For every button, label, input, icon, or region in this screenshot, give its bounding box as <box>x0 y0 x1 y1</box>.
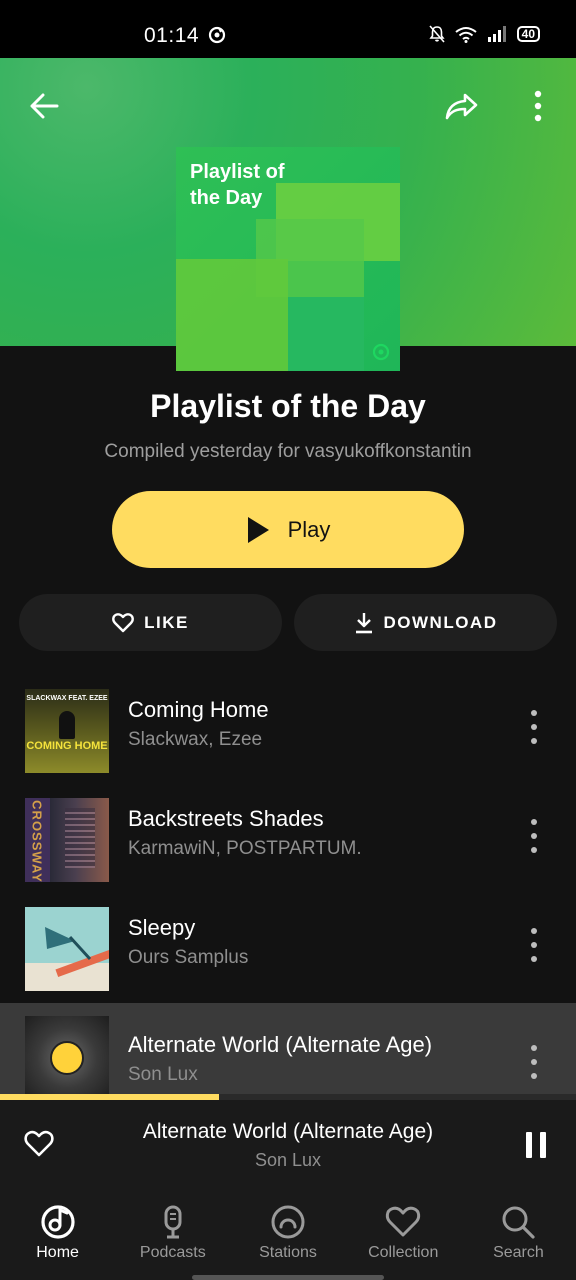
music-sync-icon <box>208 26 226 44</box>
like-button[interactable]: LIKE <box>19 594 282 651</box>
share-button[interactable] <box>442 86 482 126</box>
nav-stations[interactable]: Stations <box>230 1188 345 1280</box>
signal-icon <box>487 26 506 42</box>
track-cover-alternate-world <box>25 1016 109 1100</box>
radio-icon <box>271 1205 305 1239</box>
mute-bell-icon <box>429 25 445 43</box>
now-playing-artist: Son Lux <box>254 1150 322 1170</box>
share-icon <box>445 93 478 120</box>
track-title: Alternate World (Alternate Age) <box>128 1032 433 1057</box>
cover-caption: CROSSWAY <box>29 800 45 882</box>
track-more-button[interactable] <box>522 707 546 747</box>
mini-player[interactable]: Alternate World (Alternate Age) Son Lux <box>0 1100 576 1188</box>
now-playing-title: Alternate World (Alternate Age) <box>142 1120 434 1143</box>
track-artist: Ours Samplus <box>128 947 249 968</box>
nav-home[interactable]: Home <box>0 1188 115 1280</box>
track-cover-coming-home: SLACKWAX FEAT. EZEE COMING HOME <box>25 689 109 773</box>
track-more-button[interactable] <box>522 925 546 965</box>
music-note-icon <box>40 1205 75 1239</box>
nav-label: Podcasts <box>139 1244 206 1261</box>
page-subtitle: Compiled yesterday for vasyukoffkonstant… <box>104 441 472 462</box>
heart-icon <box>386 1206 421 1237</box>
track-artist: Slackwax, Ezee <box>128 729 263 750</box>
pause-button[interactable] <box>526 1132 546 1158</box>
nav-label: Stations <box>259 1244 317 1261</box>
track-cover-backstreets-shades: CROSSWAY <box>25 798 109 882</box>
track-title: Backstreets Shades <box>128 806 324 831</box>
download-label: DOWNLOAD <box>383 612 498 632</box>
status-icons: 40 <box>429 25 540 43</box>
now-playing-indicator <box>50 1041 84 1075</box>
track-title: Sleepy <box>128 915 196 940</box>
page-title: Playlist of the Day <box>150 388 426 424</box>
status-time: 01:14 <box>144 24 200 47</box>
track-row[interactable]: SLACKWAX FEAT. EZEE COMING HOME Coming H… <box>0 680 576 780</box>
cover-caption: COMING HOME <box>26 740 108 752</box>
nav-label: Search <box>493 1244 544 1261</box>
home-indicator <box>192 1275 384 1280</box>
more-vertical-icon <box>534 90 542 122</box>
like-label: LIKE <box>144 612 189 632</box>
cover-caption: SLACKWAX FEAT. EZEE <box>26 695 108 702</box>
track-more-button[interactable] <box>522 1042 546 1082</box>
nav-label: Collection <box>368 1244 439 1261</box>
bottom-navigation: Home Podcasts Stations Collection Search <box>0 1188 576 1280</box>
track-cover-sleepy <box>25 907 109 991</box>
track-title: Coming Home <box>128 697 269 722</box>
more-options-button[interactable] <box>518 86 558 126</box>
nav-label: Home <box>36 1244 79 1261</box>
app-logo-icon <box>372 343 390 361</box>
track-more-button[interactable] <box>522 816 546 856</box>
battery-indicator: 40 <box>516 26 540 42</box>
track-artist: KarmawiN, POSTPARTUM. <box>128 838 362 859</box>
search-icon <box>502 1206 536 1239</box>
download-button[interactable]: DOWNLOAD <box>294 594 557 651</box>
nav-collection[interactable]: Collection <box>346 1188 461 1280</box>
wifi-icon <box>455 26 477 43</box>
status-bar: 01:14 40 <box>0 0 576 58</box>
nav-podcasts[interactable]: Podcasts <box>115 1188 230 1280</box>
dragonfly-illustration <box>45 927 92 961</box>
play-button[interactable]: Play <box>112 491 464 568</box>
arrow-left-icon <box>30 93 59 119</box>
download-icon <box>355 612 372 633</box>
play-icon <box>247 516 269 543</box>
cover-title: Playlist of the Day <box>190 161 285 209</box>
track-artist: Son Lux <box>128 1064 198 1085</box>
track-row[interactable]: CROSSWAY Backstreets Shades KarmawiN, PO… <box>0 789 576 889</box>
nav-search[interactable]: Search <box>461 1188 576 1280</box>
back-button[interactable] <box>24 86 64 126</box>
playlist-cover: Playlist of the Day <box>176 147 400 371</box>
microphone-icon <box>164 1205 182 1239</box>
track-row-playing[interactable]: Alternate World (Alternate Age) Son Lux <box>0 1003 576 1100</box>
heart-outline-icon <box>112 612 135 632</box>
play-label: Play <box>287 516 331 542</box>
track-row[interactable]: Sleepy Ours Samplus <box>0 898 576 998</box>
